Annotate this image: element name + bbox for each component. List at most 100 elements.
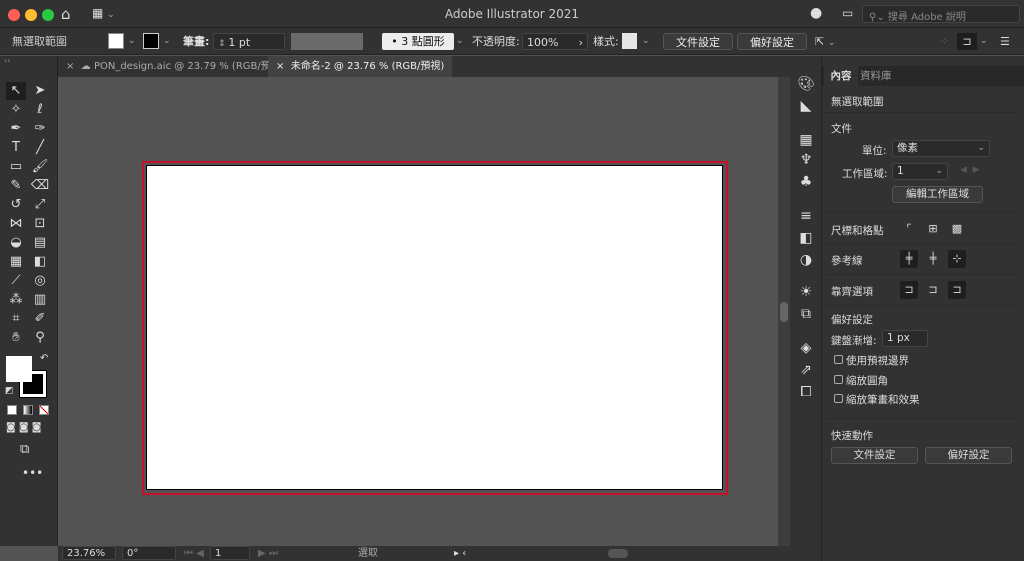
scale-strokes-checkbox[interactable] (834, 394, 843, 403)
screen-mode-icon[interactable]: ⧉ (20, 442, 29, 457)
perspective-grid-icon[interactable]: ▤ (30, 234, 50, 252)
mesh-tool-icon[interactable]: ▦ (6, 253, 26, 271)
pen-tool-icon[interactable]: ✒ (6, 120, 26, 138)
artboard-arrows-icon[interactable]: ◀ ▶ (960, 165, 980, 175)
select-similar-icon[interactable]: ⇱ ⌄ (815, 33, 835, 50)
snap-to-grid-icon[interactable]: ⊐ (924, 281, 942, 299)
type-tool-icon[interactable]: T (6, 139, 26, 157)
direct-selection-tool-icon[interactable]: ➤ (30, 82, 50, 100)
swap-colors-icon[interactable]: ↶ (40, 353, 48, 364)
keyboard-increment-input[interactable]: 1 px (882, 330, 928, 347)
color-guide-icon[interactable]: ◣ (790, 98, 822, 114)
curvature-tool-icon[interactable]: ✑ (30, 120, 50, 138)
swatches-icon[interactable]: ▦ (790, 132, 822, 148)
preferences-button[interactable]: 偏好設定 (737, 33, 807, 50)
lasso-icon[interactable]: ℓ (30, 101, 50, 119)
none-mode-icon[interactable] (39, 405, 49, 415)
default-colors-icon[interactable]: ◩ (5, 386, 14, 396)
color-panel-icon[interactable]: 🎨︎ (790, 76, 822, 92)
stroke-dropdown[interactable]: ⌄ (163, 33, 171, 50)
rotate-tool-icon[interactable]: ↺ (6, 196, 26, 214)
grid-icon[interactable]: ⊞ (924, 220, 942, 238)
menu-list-icon[interactable]: ☰ (1000, 33, 1010, 50)
snap-to-pixel-icon[interactable]: ⊐ (948, 281, 966, 299)
line-tool-icon[interactable]: ╱ (30, 139, 50, 157)
scale-corners-checkbox[interactable] (834, 375, 843, 384)
draw-modes-icon[interactable]: ◙ ◙ ◙ (6, 422, 41, 433)
stroke-weight-input[interactable]: ⇕ 1 pt (213, 33, 285, 50)
lock-guides-icon[interactable]: ╪ (924, 250, 942, 268)
rulers-icon[interactable]: ⌜ (900, 220, 918, 238)
panel-layout-icon[interactable]: ▭ (842, 6, 853, 20)
scroll-thumb[interactable] (780, 302, 788, 322)
artboard-nav-prev-icon[interactable]: ⏮ ◀ (184, 546, 204, 561)
gradient-panel-icon[interactable]: ◧ (790, 230, 822, 246)
brush-definition[interactable]: • 3 點圓形 (382, 33, 454, 50)
eraser-icon[interactable]: ⌫ (30, 177, 50, 195)
blend-tool-icon[interactable]: ◎ (30, 272, 50, 290)
more-tools-icon[interactable]: ••• (22, 466, 43, 480)
symbol-sprayer-icon[interactable]: ⁂ (6, 291, 26, 309)
symbols-icon[interactable]: ♣ (790, 174, 822, 190)
stroke-panel-icon[interactable]: ≡ (790, 208, 822, 224)
arrange-icon[interactable]: ⁘ (940, 33, 949, 50)
rectangle-tool-icon[interactable]: ▭ (6, 158, 26, 176)
column-graph-icon[interactable]: ▥ (30, 291, 50, 309)
status-menu-icon[interactable]: ▸ ‹ (454, 546, 466, 561)
horizontal-scroll-thumb[interactable] (608, 549, 628, 558)
scale-tool-icon[interactable]: ⤢ (30, 196, 50, 214)
transparency-grid-icon[interactable]: ▩ (948, 220, 966, 238)
snap-dropdown[interactable]: ⌄ (980, 33, 988, 50)
gradient-mode-icon[interactable] (23, 405, 33, 415)
tab-untitled-2[interactable]: × 未命名-2 @ 23.76 % (RGB/預視) (268, 56, 453, 77)
artboard-number[interactable]: 1 (210, 546, 250, 560)
user-icon[interactable]: ● (810, 5, 822, 21)
graphic-style-swatch[interactable] (622, 33, 637, 49)
help-search-input[interactable]: ⚲⌄ 搜尋 Adobe 說明 (862, 5, 1020, 23)
zoom-level[interactable]: 23.76% (62, 546, 116, 560)
artboard-nav-next-icon[interactable]: ▶ ⏭ (258, 546, 278, 561)
fill-swatch[interactable] (108, 33, 124, 49)
slice-tool-icon[interactable]: ✐ (30, 310, 50, 328)
transparency-icon[interactable]: ◑ (790, 252, 822, 268)
style-dropdown[interactable]: ⌄ (642, 33, 650, 50)
tab-libraries[interactable]: 資料庫 (860, 66, 892, 86)
hand-tool-icon[interactable]: ✋︎ (6, 329, 26, 347)
tab-properties[interactable]: 內容 (824, 66, 858, 86)
selection-tool-icon[interactable]: ↖ (6, 82, 26, 100)
smart-guides-icon[interactable]: ⊹ (948, 250, 966, 268)
gradient-tool-icon[interactable]: ◧ (30, 253, 50, 271)
artboard[interactable] (147, 166, 722, 489)
fill-color-box[interactable] (6, 356, 32, 382)
layers-icon[interactable]: ◈ (790, 340, 822, 356)
quick-document-setup-button[interactable]: 文件設定 (831, 447, 918, 464)
shaper-tool-icon[interactable]: ✎ (6, 177, 26, 195)
document-setup-button[interactable]: 文件設定 (663, 33, 733, 50)
brushes-icon[interactable]: ♆ (790, 152, 822, 168)
collapse-icon[interactable]: ‹‹ (4, 56, 10, 65)
magic-wand-icon[interactable]: ✧ (6, 101, 26, 119)
zoom-tool-icon[interactable]: ⚲ (30, 329, 50, 347)
units-dropdown[interactable]: 像素 ⌄ (892, 140, 990, 157)
tab-pon-design[interactable]: × ☁ PON_design.aic @ 23.79 % (RGB/預視) (58, 56, 293, 77)
artboard-select[interactable]: 1 ⌄ (892, 163, 948, 180)
stroke-swatch[interactable] (143, 33, 159, 49)
appearance-icon[interactable]: ☀ (790, 284, 822, 300)
width-tool-icon[interactable]: ⋈ (6, 215, 26, 233)
free-transform-icon[interactable]: ⊡ (30, 215, 50, 233)
show-guides-icon[interactable]: ╪ (900, 250, 918, 268)
fill-dropdown[interactable]: ⌄ (128, 33, 136, 50)
eyedropper-icon[interactable]: ⟋ (6, 272, 26, 290)
graphic-styles-icon[interactable]: ⧉ (790, 306, 822, 322)
snap-icon[interactable]: ⊐ (957, 33, 977, 50)
shape-builder-icon[interactable]: ◒ (6, 234, 26, 252)
quick-preferences-button[interactable]: 偏好設定 (925, 447, 1012, 464)
paintbrush-icon[interactable]: 🖌︎ (30, 158, 50, 176)
artboards-panel-icon[interactable]: ⧠ (790, 384, 822, 400)
artboard-tool-icon[interactable]: ⌗ (6, 310, 26, 328)
opacity-input[interactable]: 100% › (522, 33, 588, 50)
vertical-scrollbar[interactable] (778, 77, 790, 546)
rotation-input[interactable]: 0° (122, 546, 176, 560)
snap-to-point-icon[interactable]: ⊐ (900, 281, 918, 299)
brush-dropdown[interactable]: ⌄ (456, 33, 464, 50)
